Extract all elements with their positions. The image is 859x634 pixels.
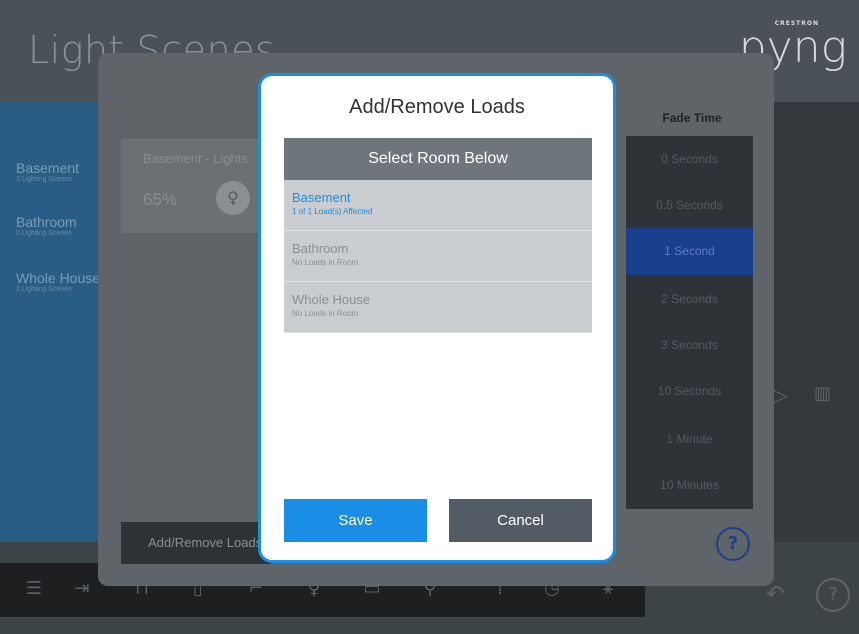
sidebar-item-sub: 0 Lighting Scenes [16,230,72,237]
fade-time-list: 0 Seconds 0.5 Seconds 1 Second 2 Seconds… [626,136,753,509]
fade-option-selected[interactable]: 1 Second [626,228,753,275]
sidebar-item-sub: 2 Lighting Scenes [16,286,72,293]
sidebar-item-sub: 2 Lighting Scenes [16,176,72,183]
fade-option[interactable]: 0 Seconds [626,136,753,183]
sidebar-item-name: Whole House [16,270,101,286]
cancel-button[interactable]: Cancel [449,499,592,542]
room-name: Basement [292,190,351,205]
menu-icon[interactable]: ☰ [22,577,46,601]
exit-icon[interactable]: ⇥ [70,577,94,601]
fade-option[interactable]: 10 Seconds [626,368,753,415]
scene-card[interactable]: Basement - Lights 65% ♀ [121,139,269,233]
room-sidebar: Basement 2 Lighting Scenes Bathroom 0 Li… [0,102,110,542]
add-remove-loads-dialog: Add/Remove Loads Select Room Below Basem… [258,73,616,563]
sidebar-item-bathroom[interactable]: Bathroom 0 Lighting Scenes [16,214,77,237]
sidebar-item-basement[interactable]: Basement 2 Lighting Scenes [16,160,79,183]
chevron-right-icon[interactable]: ▷ [772,383,787,407]
help-icon[interactable]: ? [816,578,850,612]
help-icon[interactable]: ? [716,527,750,561]
save-button[interactable]: Save [284,499,427,542]
app-background: Light Scenes CRESTRON pyng Basement 2 Li… [0,0,859,634]
dialog-title: Add/Remove Loads [349,96,525,118]
fade-time-header: Fade Time [662,111,722,125]
back-arrow-icon[interactable]: ↶ [766,582,784,607]
room-item-bathroom[interactable]: Bathroom No Loads in Room [284,231,592,282]
sidebar-item-name: Basement [16,160,80,176]
add-remove-loads-button[interactable]: Add/Remove Loads [121,522,271,564]
fade-option[interactable]: 0.5 Seconds [626,182,753,229]
room-name: Bathroom [292,241,349,256]
fade-option[interactable]: 1 Minute [626,416,753,463]
room-load-status: 1 of 1 Load(s) Affected [292,207,373,216]
trash-icon[interactable]: ▥ [814,383,831,404]
room-load-status: No Loads in Room [292,309,359,318]
scene-card-level: 65% [143,190,178,209]
fade-option[interactable]: 3 Seconds [626,322,753,369]
room-name: Whole House [292,292,371,307]
fade-option[interactable]: 10 Minutes [626,462,753,509]
light-bulb-icon[interactable]: ♀ [216,181,250,215]
scene-card-title: Basement - Lights [143,151,248,166]
fade-option[interactable]: 2 Seconds [626,276,753,323]
room-item-basement[interactable]: Basement 1 of 1 Load(s) Affected [284,180,592,231]
room-item-whole-house[interactable]: Whole House No Loads in Room [284,282,592,333]
sidebar-item-name: Bathroom [16,214,77,230]
sidebar-item-whole-house[interactable]: Whole House 2 Lighting Scenes [16,270,100,293]
room-load-status: No Loads in Room [292,258,359,267]
room-list-header: Select Room Below [284,138,592,180]
